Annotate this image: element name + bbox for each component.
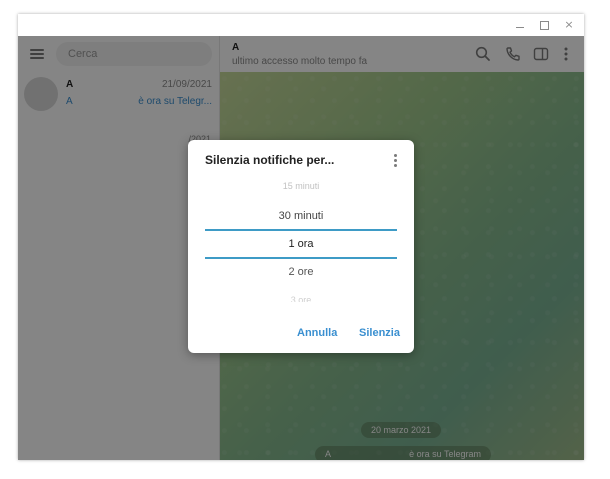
mute-button[interactable]: Silenzia — [359, 327, 400, 339]
cancel-button[interactable]: Annulla — [297, 327, 337, 339]
minimize-button[interactable] — [512, 17, 528, 33]
picker-option-selected[interactable]: 1 ora — [205, 238, 397, 250]
more-vertical-icon[interactable] — [388, 152, 402, 168]
title-bar: × — [18, 14, 584, 36]
picker-option[interactable]: 3 ore — [205, 295, 397, 302]
picker-selection-line — [205, 257, 397, 259]
maximize-button[interactable] — [536, 17, 552, 33]
dialog-title: Silenzia notifiche per... — [205, 153, 335, 167]
picker-option[interactable]: 15 minuti — [205, 181, 397, 191]
picker-option[interactable]: 30 minuti — [205, 210, 397, 222]
picker-option[interactable]: 2 ore — [205, 266, 397, 278]
close-button[interactable]: × — [561, 17, 577, 33]
picker-selection-line — [205, 229, 397, 231]
screen: × A 21/09/2021 A è ora su Telegr... /202… — [0, 0, 610, 479]
mute-notifications-dialog: Silenzia notifiche per... 15 minuti 30 m… — [188, 140, 414, 353]
